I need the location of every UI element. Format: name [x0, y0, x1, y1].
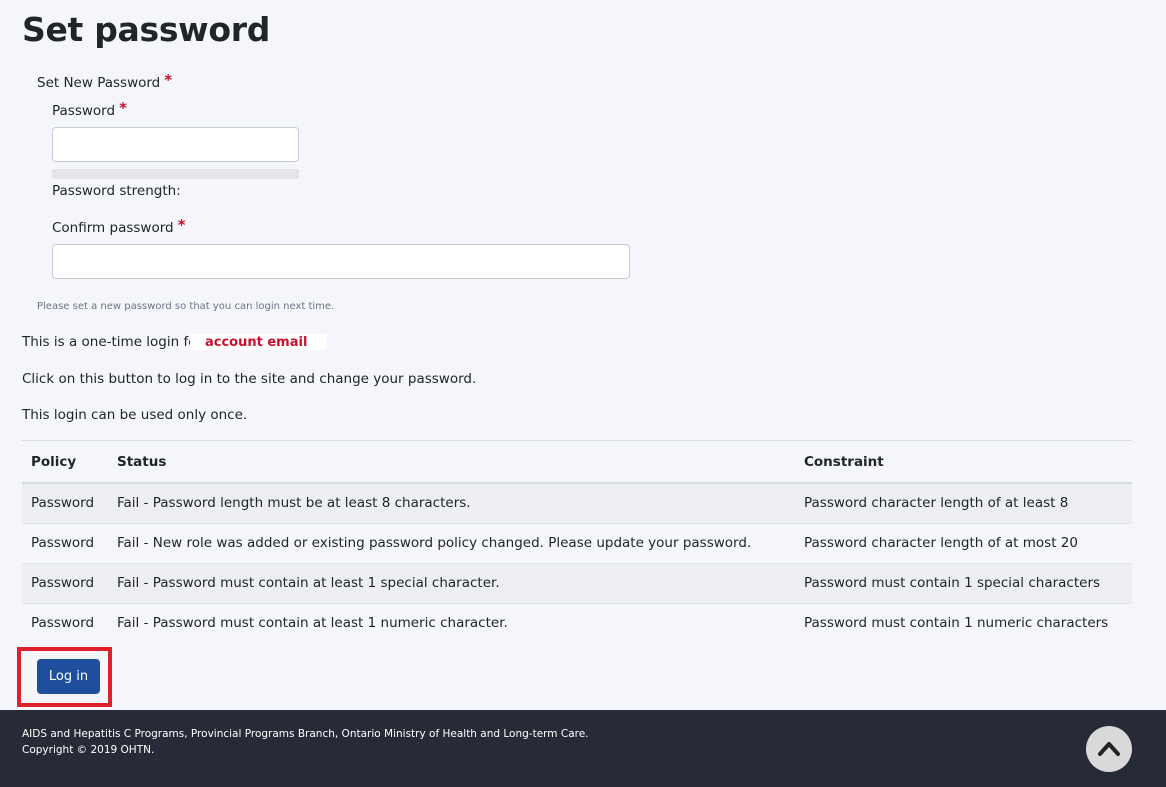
required-marker: * [119, 99, 127, 117]
password-label: Password * [52, 99, 127, 119]
status-cell: Fail - Password must contain at least 1 … [108, 563, 795, 604]
policy-cell: Password [22, 483, 108, 524]
table-row: Password Fail - Password must contain at… [22, 563, 1132, 604]
page-title: Set password [22, 10, 271, 49]
policy-cell: Password [22, 523, 108, 564]
policy-cell: Password [31, 615, 95, 632]
account-email: account email [205, 335, 308, 350]
column-header-policy: Policy [22, 441, 108, 484]
table-header-row: Policy Status Constraint [22, 441, 1132, 484]
password-strength-label: Password strength: [52, 183, 181, 199]
required-marker: * [164, 71, 173, 89]
constraint-cell: Password character length of at most 20 [795, 523, 1132, 564]
click-info-text: Click on this button to log in to the si… [22, 371, 477, 387]
confirm-label-text: Confirm password [52, 220, 174, 236]
page: Set password Set New Password * Password *… [0, 0, 1166, 787]
column-header-status: Status [108, 441, 795, 484]
one-time-login-text: This is a one-time login for [22, 334, 203, 350]
constraint-cell: Password must contain 1 numeric characte… [804, 615, 1109, 632]
login-button[interactable]: Log in [37, 659, 100, 694]
required-marker: * [177, 216, 186, 234]
confirm-password-input[interactable] [52, 244, 630, 279]
footer-copyright: Copyright © 2019 OHTN. [22, 744, 155, 756]
column-header-constraint: Constraint [795, 441, 1132, 484]
password-input[interactable] [52, 127, 299, 162]
constraint-cell: Password must contain 1 special characte… [795, 563, 1132, 604]
policy-cell: Password [22, 563, 108, 604]
status-cell: Fail - Password length must be at least … [108, 483, 795, 524]
table-row: Password Fail - Password length must be … [22, 483, 1132, 524]
footer: AIDS and Hepatitis C Programs, Provincia… [0, 710, 1166, 787]
password-hint: Please set a new password so that you ca… [37, 301, 335, 312]
set-new-password-label: Set New Password * [37, 71, 173, 91]
table-row: Password Fail - Password must contain at… [22, 603, 1132, 643]
footer-credits: AIDS and Hepatitis C Programs, Provincia… [22, 728, 589, 740]
status-cell: Fail - Password must contain at least 1 … [117, 615, 508, 632]
password-strength-bar [52, 169, 299, 179]
chevron-up-icon [1098, 742, 1120, 756]
confirm-password-label: Confirm password * [52, 216, 186, 236]
status-cell: Fail - New role was added or existing pa… [108, 523, 795, 564]
password-label-text: Password [52, 103, 116, 119]
once-info-text: This login can be used only once. [22, 407, 248, 423]
group-label-text: Set New Password [37, 75, 161, 91]
constraint-cell: Password character length of at least 8 [795, 483, 1132, 524]
table-row: Password Fail - New role was added or ex… [22, 523, 1132, 564]
password-policy-table: Policy Status Constraint Password Fail -… [22, 441, 1132, 643]
scroll-to-top-button[interactable] [1086, 726, 1132, 772]
